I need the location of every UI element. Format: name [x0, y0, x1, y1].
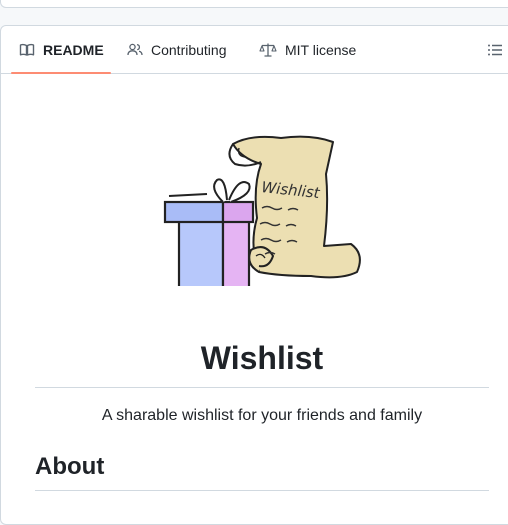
about-heading: About [35, 453, 105, 480]
readme-panel: README Contributing MIT license Wishlist… [0, 25, 508, 525]
book-icon [19, 42, 35, 58]
about-divider [35, 490, 489, 491]
title-divider [35, 387, 489, 388]
outline-button[interactable] [487, 42, 503, 58]
readme-title: Wishlist [200, 340, 324, 376]
tab-license-label: MIT license [285, 42, 357, 58]
law-scale-icon [259, 42, 277, 58]
tab-readme[interactable]: README [19, 26, 104, 74]
tab-contributing-label: Contributing [151, 42, 227, 58]
readme-tab-bar: README Contributing MIT license [1, 26, 508, 74]
tab-readme-label: README [43, 42, 104, 58]
people-icon [127, 42, 143, 58]
wishlist-logo-illustration: Wishlist [161, 126, 366, 304]
tab-contributing[interactable]: Contributing [127, 26, 227, 74]
list-unordered-icon [487, 44, 503, 62]
readme-tagline: A sharable wishlist for your friends and… [101, 407, 423, 424]
active-tab-indicator [11, 72, 111, 74]
previous-panel-edge [0, 0, 508, 8]
tab-license[interactable]: MIT license [259, 26, 356, 74]
